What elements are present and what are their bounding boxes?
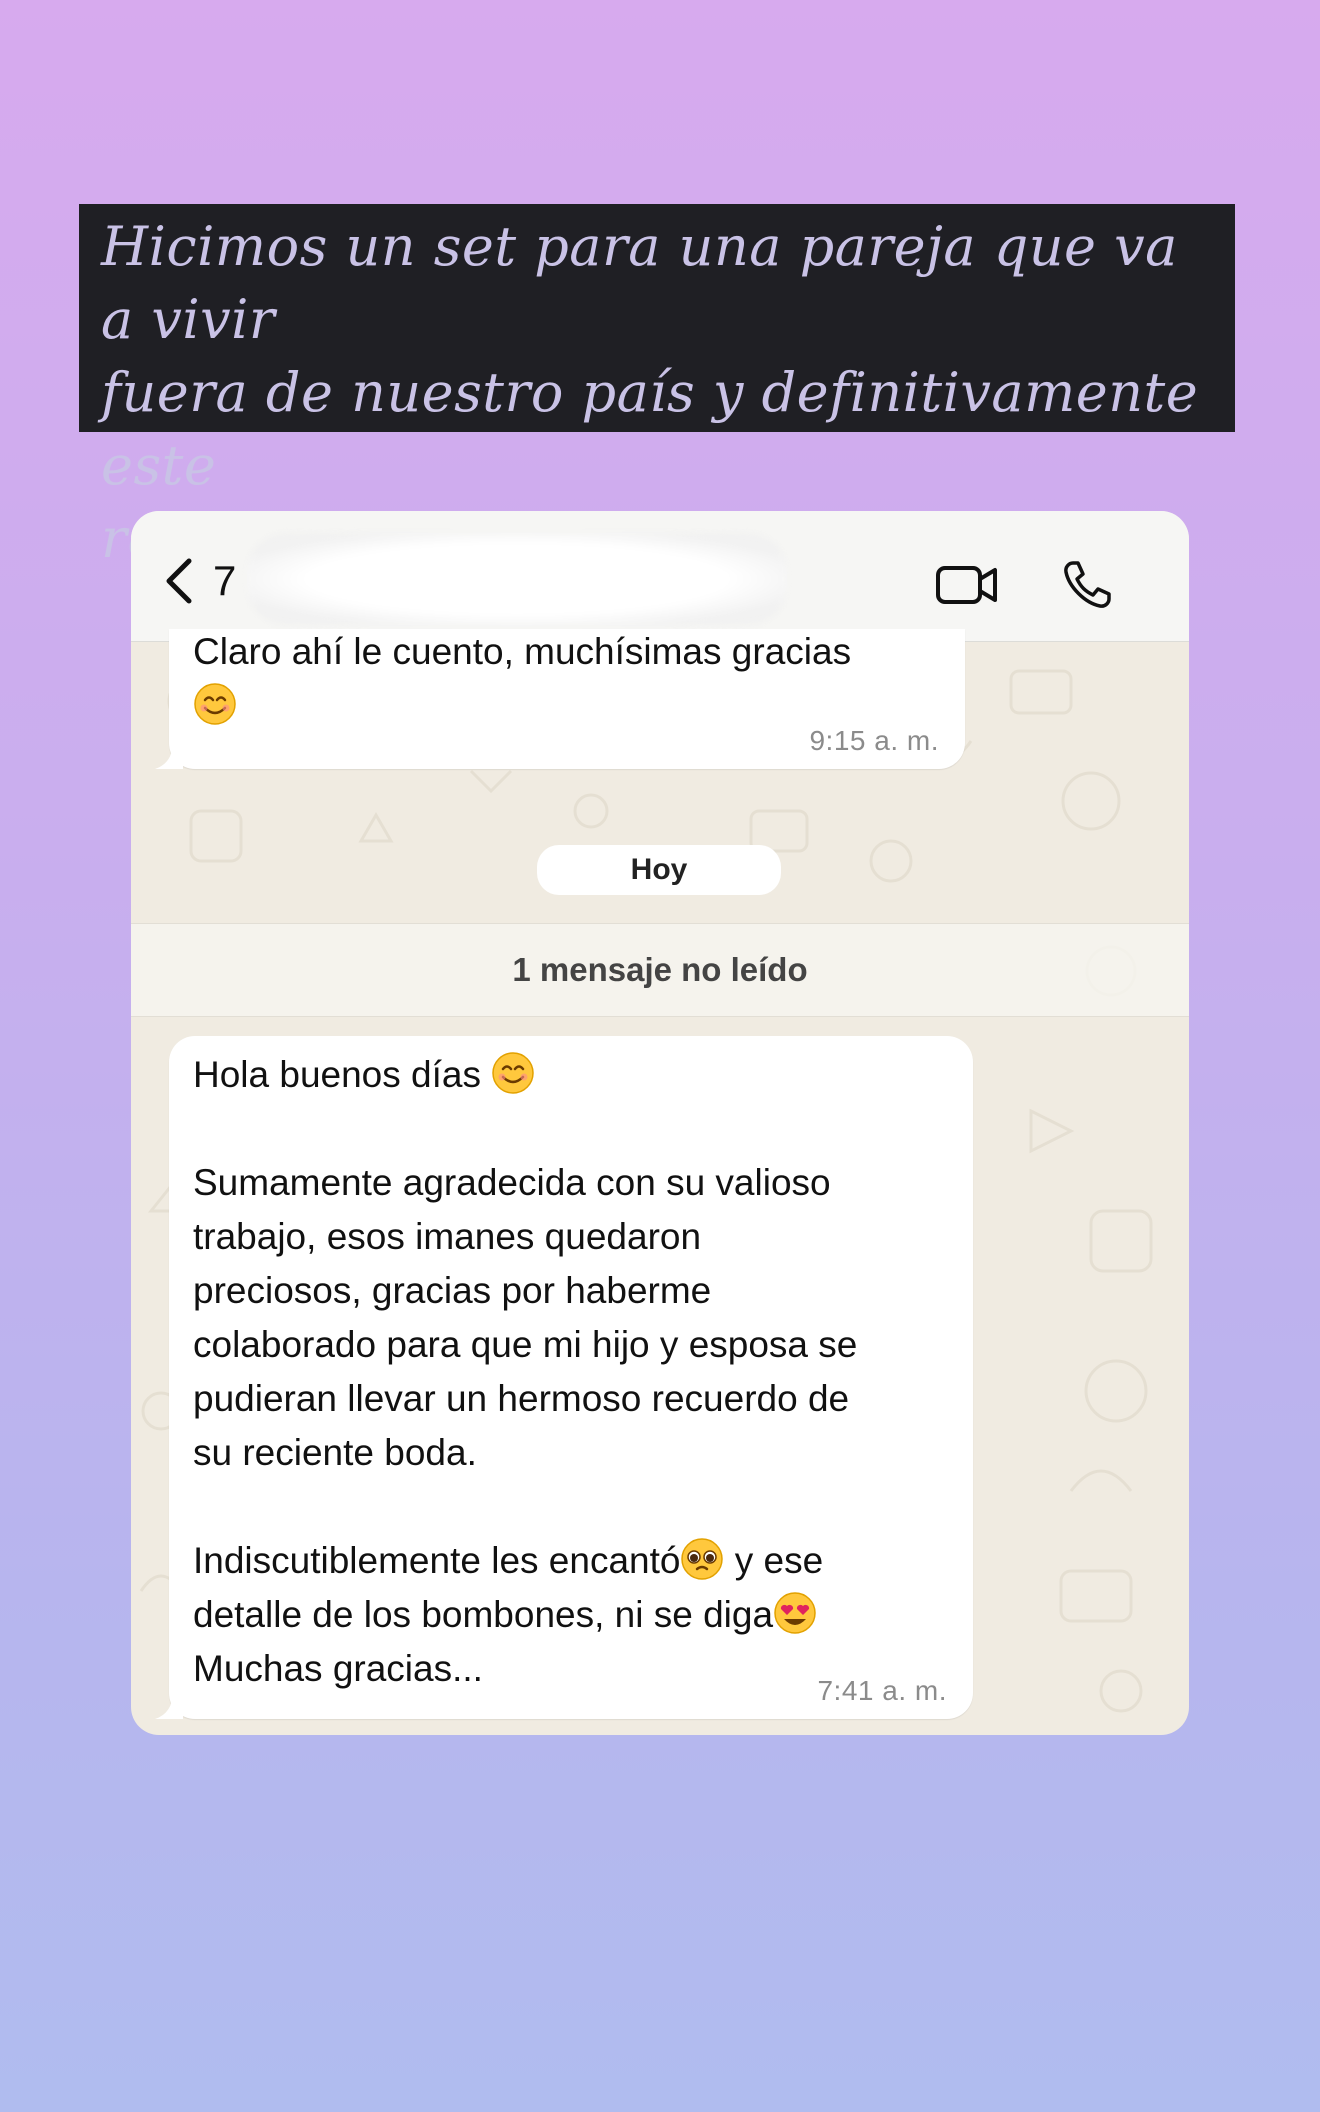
message-bubble-received[interactable]: Claro ahí le cuento, muchísimas gracias … bbox=[155, 629, 965, 769]
bubble-tail bbox=[155, 1691, 183, 1719]
pleading-face-emoji-icon bbox=[681, 1538, 724, 1580]
chat-screenshot: 7 Claro ahí le cuento, muchísimas gracia… bbox=[131, 511, 1189, 1735]
chat-header: 7 bbox=[131, 511, 1189, 642]
day-separator: Hoy bbox=[537, 845, 781, 895]
message-timestamp: 9:15 a. m. bbox=[809, 725, 939, 756]
smiling-face-emoji-icon bbox=[492, 1052, 535, 1094]
heart-eyes-emoji-icon bbox=[774, 1592, 816, 1634]
smiling-face-emoji-icon bbox=[194, 683, 236, 725]
message-timestamp: 7:41 a. m. bbox=[817, 1675, 947, 1706]
video-call-icon[interactable] bbox=[935, 563, 999, 607]
back-chevron-icon[interactable] bbox=[159, 555, 199, 607]
contact-name[interactable]: 7 bbox=[213, 557, 236, 605]
redacted-contact-blur bbox=[247, 533, 787, 625]
message-text: Hola buenos días Sumamente agradecida co… bbox=[193, 1048, 963, 1696]
unread-messages-banner: 1 mensaje no leído bbox=[131, 923, 1189, 1017]
message-text: Claro ahí le cuento, muchísimas gracias bbox=[193, 625, 851, 733]
bubble-tail bbox=[155, 741, 183, 769]
story-caption: Hicimos un set para una pareja que va a … bbox=[79, 204, 1235, 575]
message-bubble-received[interactable]: Hola buenos días Sumamente agradecida co… bbox=[155, 1036, 973, 1719]
phone-call-icon[interactable] bbox=[1061, 559, 1113, 611]
